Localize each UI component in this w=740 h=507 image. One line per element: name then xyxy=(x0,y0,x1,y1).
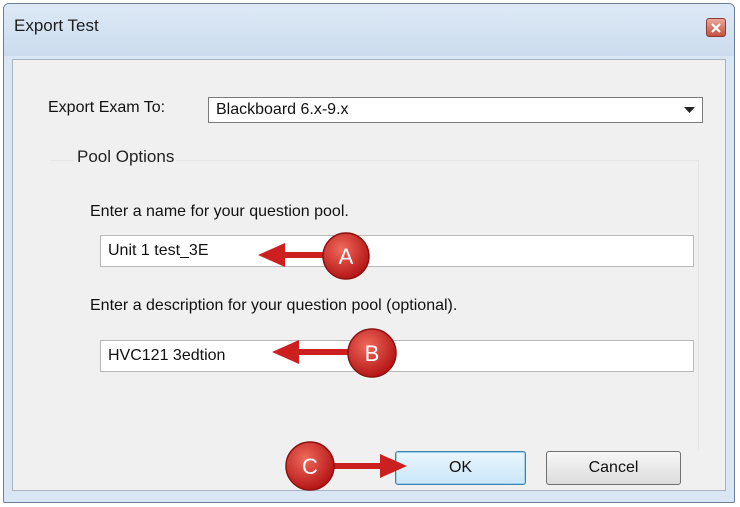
close-icon xyxy=(711,22,721,33)
export-format-select[interactable]: Blackboard 6.x-9.x xyxy=(208,97,703,123)
pool-name-input[interactable]: Unit 1 test_3E xyxy=(100,235,694,267)
window-title: Export Test xyxy=(14,16,99,35)
pool-description-label: Enter a description for your question po… xyxy=(90,297,458,314)
dialog-body: Export Exam To: Blackboard 6.x-9.x Pool … xyxy=(12,59,726,491)
cancel-button[interactable]: Cancel xyxy=(546,451,681,485)
chevron-down-icon xyxy=(684,107,695,113)
title-bar: Export Test xyxy=(4,4,734,56)
pool-name-label: Enter a name for your question pool. xyxy=(90,203,349,220)
ok-button[interactable]: OK xyxy=(395,451,526,485)
pool-description-input[interactable]: HVC121 3edtion xyxy=(100,340,694,372)
export-exam-label: Export Exam To: xyxy=(48,99,166,116)
pool-options-title: Pool Options xyxy=(75,147,177,167)
export-test-dialog: Export Test Export Exam To: Blackboard 6… xyxy=(3,3,735,503)
pool-name-value: Unit 1 test_3E xyxy=(108,242,209,259)
export-format-value: Blackboard 6.x-9.x xyxy=(216,101,349,118)
close-button[interactable] xyxy=(706,18,726,37)
pool-description-value: HVC121 3edtion xyxy=(108,347,226,364)
